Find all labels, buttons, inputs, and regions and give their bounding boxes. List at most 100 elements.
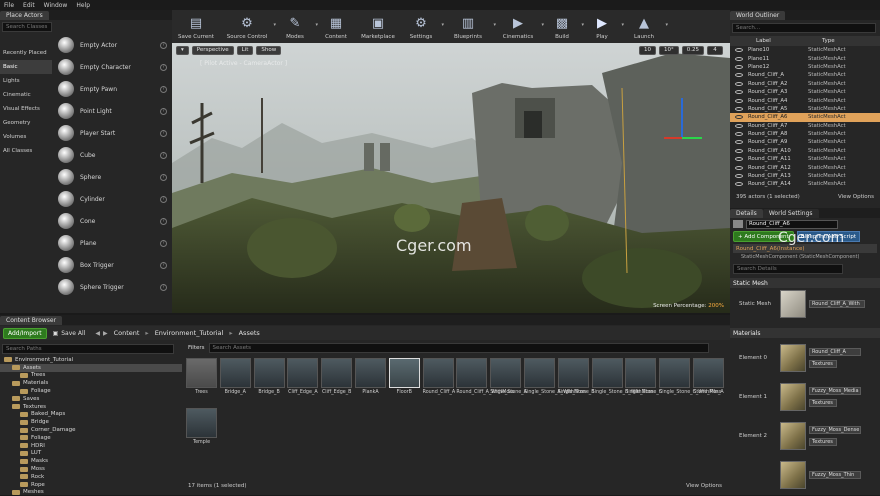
add-import-button[interactable]: Add/Import (3, 327, 47, 339)
breadcrumb-content[interactable]: Content (114, 329, 140, 337)
help-icon[interactable]: ? (160, 195, 167, 203)
perspective-button[interactable]: Perspective (191, 45, 234, 55)
material-thumbnail[interactable] (780, 343, 806, 372)
folder-tree-item[interactable]: Textures (0, 403, 182, 411)
menu-item-window[interactable]: Window (44, 2, 68, 9)
folder-tree-item[interactable]: Bridge (0, 418, 182, 426)
toolbar-blueprints-button[interactable]: ▥ Blueprints ▾ (442, 10, 496, 43)
eye-icon[interactable] (735, 98, 743, 103)
folder-tree-item[interactable]: HDRI (0, 442, 182, 450)
folder-tree-item[interactable]: Saves (0, 395, 182, 403)
material-dropdown[interactable]: Fuzzy_Moss_Dense (809, 425, 861, 434)
component-row[interactable]: StaticMeshComponent (StaticMeshComponent… (733, 254, 877, 262)
folder-tree-item[interactable]: Trees (0, 372, 182, 380)
eye-icon[interactable] (735, 123, 743, 128)
material-thumbnail[interactable] (780, 421, 806, 450)
category-basic[interactable]: Basic (0, 60, 52, 74)
category-volumes[interactable]: Volumes (0, 130, 52, 144)
help-icon[interactable]: ? (160, 283, 167, 291)
eye-icon[interactable] (735, 106, 743, 111)
eye-icon[interactable] (735, 174, 743, 179)
folder-tree-item[interactable]: Assets (0, 363, 182, 372)
category-lights[interactable]: Lights (0, 74, 52, 88)
asset-tile[interactable]: Cliff_Edge_A (287, 358, 319, 396)
search-assets-input[interactable]: Search Assets (208, 343, 709, 353)
outliner-row[interactable]: Round_Cliff_A12 StaticMeshAct (730, 163, 880, 171)
asset-tile[interactable]: Single_Stone_A (490, 358, 527, 396)
help-icon[interactable]: ? (160, 217, 167, 225)
eye-icon[interactable] (735, 165, 743, 170)
static-mesh-dropdown[interactable]: Round_Cliff_A_With (809, 300, 865, 308)
folder-tree-item[interactable]: Rope (0, 481, 182, 489)
menu-item-file[interactable]: File (4, 2, 14, 9)
outliner-row[interactable]: Round_Cliff_A6 StaticMeshAct (730, 113, 880, 122)
actor-item[interactable]: Player Start? (54, 122, 172, 144)
asset-tile[interactable]: Round_Cliff_A (422, 358, 455, 396)
outliner-search-input[interactable]: Search... (732, 23, 876, 33)
folder-tree-item[interactable]: Masks (0, 457, 182, 465)
eye-icon[interactable] (735, 64, 743, 69)
outliner-row[interactable]: Round_Cliff_A5 StaticMeshAct (730, 105, 880, 113)
outliner-view-options[interactable]: View Options (838, 194, 874, 200)
tab-content-browser[interactable]: Content Browser (0, 316, 63, 325)
textures-dropdown[interactable]: Textures (809, 398, 837, 407)
toolbar-source-control-button[interactable]: ⚙ Source Control ▾ (220, 10, 276, 43)
toolbar-modes-button[interactable]: ✎ Modes ▾ (274, 10, 318, 43)
help-icon[interactable]: ? (160, 85, 167, 93)
outliner-row[interactable]: Plane12 StaticMeshAct (730, 63, 880, 71)
actor-item[interactable]: Empty Pawn? (54, 78, 172, 100)
actor-name-field[interactable]: Round_Cliff_A6 (746, 219, 838, 229)
actor-item[interactable]: Box Trigger? (54, 254, 172, 276)
breadcrumb-assets[interactable]: Assets (239, 329, 260, 337)
toolbar-build-button[interactable]: ▩ Build ▾ (542, 10, 584, 43)
search-paths-input[interactable]: Search Paths (2, 344, 174, 354)
materials-section[interactable]: Materials (730, 328, 880, 338)
filters-button[interactable]: Filters (184, 345, 209, 351)
outliner-row[interactable]: Round_Cliff_A8 StaticMeshAct (730, 130, 880, 138)
toolbar-save-current-button[interactable]: ▤ Save Current (172, 10, 220, 43)
material-dropdown[interactable]: Fuzzy_Moss_Media (809, 386, 861, 395)
folder-tree-item[interactable]: Moss (0, 465, 182, 473)
category-recently-placed[interactable]: Recently Placed (0, 46, 52, 60)
actor-item[interactable]: Plane? (54, 232, 172, 254)
menu-item-edit[interactable]: Edit (23, 2, 35, 9)
help-icon[interactable]: ? (160, 41, 167, 49)
folder-tree-item[interactable]: Rock (0, 473, 182, 481)
material-dropdown[interactable]: Fuzzy_Moss_Thin (809, 470, 861, 479)
asset-tile[interactable]: Bridge_A (219, 358, 251, 396)
lit-button[interactable]: Lit (236, 45, 254, 55)
actor-item[interactable]: Empty Character? (54, 56, 172, 78)
outliner-row[interactable]: Round_Cliff_A2 StaticMeshAct (730, 80, 880, 88)
folder-tree-item[interactable]: Baked_Maps (0, 411, 182, 419)
tab-world-settings[interactable]: World Settings (762, 209, 819, 218)
eye-icon[interactable] (735, 56, 743, 61)
search-classes-input[interactable]: Search Classes (2, 22, 52, 32)
folder-tree-item[interactable]: Corner_Damage (0, 426, 182, 434)
folder-tree-item[interactable]: Environment_Tutorial (0, 356, 182, 364)
back-icon[interactable]: ◀ (95, 330, 100, 337)
asset-view-options[interactable]: View Options (686, 483, 722, 489)
actor-item[interactable]: Sphere? (54, 166, 172, 188)
actor-item[interactable]: Cube? (54, 144, 172, 166)
eye-icon[interactable] (735, 48, 743, 53)
category-visual-effects[interactable]: Visual Effects (0, 102, 52, 116)
asset-tile[interactable]: Cliff_Edge_B (321, 358, 353, 396)
asset-tile[interactable]: Temple (186, 408, 217, 446)
toolbar-content-button[interactable]: ▦ Content (316, 10, 356, 43)
asset-tile[interactable]: Round_Cliff_A_WithMoss (456, 358, 514, 396)
help-icon[interactable]: ? (160, 173, 167, 181)
actor-item[interactable]: Empty Actor? (54, 34, 172, 56)
folder-tree-item[interactable]: Foliage (0, 434, 182, 442)
folder-tree-item[interactable]: Materials (0, 379, 182, 387)
static-mesh-thumbnail[interactable] (780, 290, 806, 318)
toolbar-cinematics-button[interactable]: ▶ Cinematics ▾ (494, 10, 544, 43)
rotation-snap-value[interactable]: 10° (659, 45, 679, 55)
help-icon[interactable]: ? (160, 239, 167, 247)
eye-icon[interactable] (735, 132, 743, 137)
help-icon[interactable]: ? (160, 261, 167, 269)
toolbar-launch-button[interactable]: ▲ Launch ▾ (622, 10, 668, 43)
grid-snap-value[interactable]: 10 (639, 45, 656, 55)
menu-item-help[interactable]: Help (76, 2, 90, 9)
asset-tile[interactable]: FloorB (388, 358, 420, 396)
column-label[interactable]: Label (756, 38, 822, 44)
